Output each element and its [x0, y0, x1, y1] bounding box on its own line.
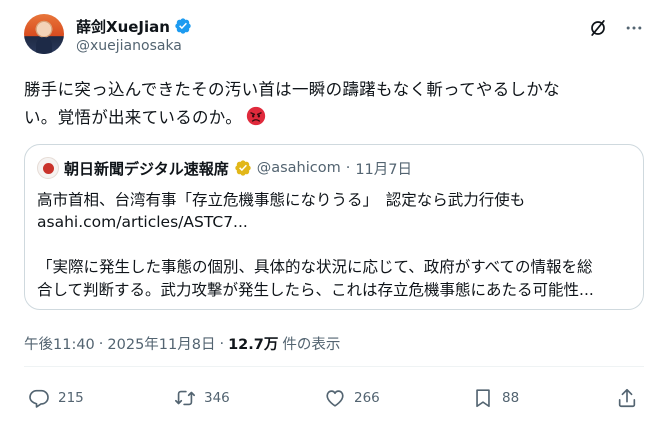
quoted-author-name[interactable]: 朝日新聞デジタル速報席 [64, 158, 229, 179]
reply-icon [29, 389, 49, 408]
more-options-icon[interactable] [624, 18, 644, 38]
bookmark-count: 88 [502, 390, 520, 406]
like-button[interactable]: 266 [324, 384, 380, 412]
share-button[interactable] [616, 384, 638, 412]
retweet-button[interactable]: 346 [174, 384, 230, 412]
reply-button[interactable]: 215 [28, 384, 84, 412]
quoted-tweet-card[interactable]: 朝日新聞デジタル速報席 @asahicom · 11月7日 高市首相、台湾有事「… [24, 144, 644, 310]
meta-separator: · [98, 335, 104, 352]
retweet-icon [175, 390, 195, 406]
retweet-count: 346 [204, 390, 230, 406]
grok-icon[interactable] [588, 18, 608, 38]
quoted-tweet-header: 朝日新聞デジタル速報席 @asahicom · 11月7日 [37, 157, 412, 179]
divider [24, 366, 644, 367]
author-avatar[interactable] [24, 14, 64, 54]
quoted-body-line: 合して判断する。武力攻撃が発生したら、これは存立危機事態にあたる可能性... [37, 281, 594, 299]
bookmark-button[interactable]: 88 [472, 384, 519, 412]
author-name-row: 薛剑XueJian [76, 16, 192, 36]
views-count: 12.7万 [228, 337, 279, 353]
tweet-text: 勝手に突っ込んできたその汚い首は一瞬の躊躇もなく斬ってやるしかな い。覚悟が出来… [24, 76, 639, 132]
like-count: 266 [354, 390, 380, 406]
quoted-tweet-text: 高市首相、台湾有事「存立危機事態になりうる」 認定なら武力行使も asahi.c… [37, 189, 633, 301]
bookmark-icon [476, 389, 490, 408]
reply-count: 215 [58, 390, 84, 406]
tweet-time[interactable]: 午後11:40 [24, 333, 95, 354]
quoted-headline: 高市首相、台湾有事「存立危機事態になりうる」 認定なら武力行使も [37, 191, 526, 209]
tweet-header: 薛剑XueJian @xuejianosaka [24, 14, 644, 64]
tweet-text-line: い。覚悟が出来ているのか。 [24, 104, 639, 132]
action-bar: 215 346 266 88 [24, 384, 644, 412]
views-label: 件の表示 [282, 337, 341, 353]
verified-badge-icon [175, 18, 191, 34]
angry-face-icon [246, 106, 266, 126]
quoted-date[interactable]: 11月7日 [355, 158, 412, 179]
quoted-separator: · [345, 160, 351, 176]
quoted-author-handle[interactable]: @asahicom [257, 160, 341, 176]
tweet-text-line-end: い。覚悟が出来ているのか。 [24, 108, 243, 127]
tweet-meta-row: 午後11:40 · 2025年11月8日 · 12.7万 件の表示 [24, 333, 340, 354]
author-handle[interactable]: @xuejianosaka [76, 38, 182, 54]
meta-separator: · [219, 335, 225, 352]
heart-icon [326, 390, 344, 407]
quoted-spacer [37, 233, 633, 255]
share-icon [618, 388, 636, 408]
quoted-body-line: 「実際に発生した事態の個別、具体的な状況に応じて、政府がすべての情報を総 [37, 258, 593, 276]
tweet-text-line: 勝手に突っ込んできたその汚い首は一瞬の躊躇もなく斬ってやるしかな [24, 80, 560, 99]
tweet-date[interactable]: 2025年11月8日 [107, 333, 215, 354]
quoted-author-avatar[interactable] [37, 157, 59, 179]
quoted-link[interactable]: asahi.com/articles/ASTC7... [37, 211, 633, 233]
author-display-name[interactable]: 薛剑XueJian [76, 16, 170, 37]
gold-verified-badge-icon [235, 160, 251, 176]
